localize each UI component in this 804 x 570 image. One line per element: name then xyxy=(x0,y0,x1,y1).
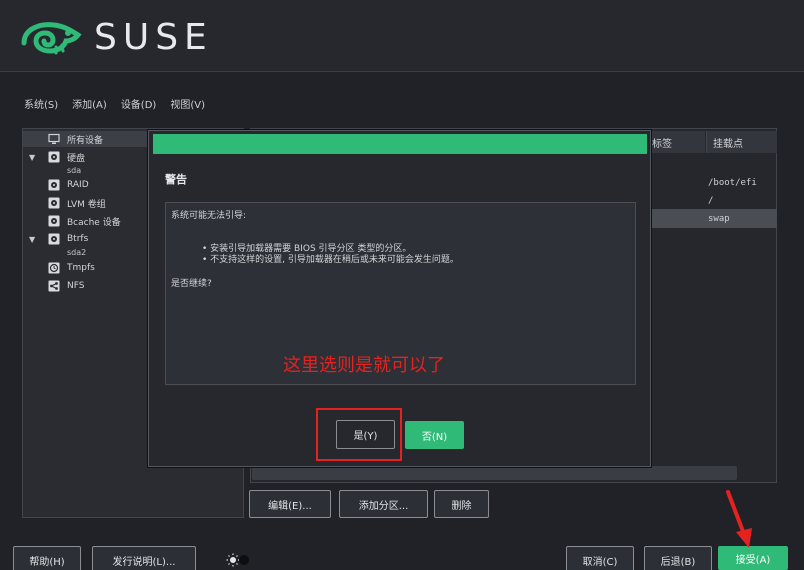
brand-name: SUSE xyxy=(94,17,213,58)
column-header-mount-point[interactable]: 挂载点 xyxy=(706,131,777,153)
menu-bar: 系统(S) 添加(A) 设备(D) 视图(V) xyxy=(24,96,205,111)
tree-item-label: RAID xyxy=(67,180,89,190)
suse-logo: SUSE xyxy=(20,20,213,56)
menu-view[interactable]: 视图(V) xyxy=(170,96,205,111)
tree-item-label: NFS xyxy=(67,281,85,291)
delete-button[interactable]: 删除 xyxy=(434,490,489,518)
no-button[interactable]: 否(N) xyxy=(405,421,464,449)
monitor-icon xyxy=(47,133,60,146)
disk-icon xyxy=(47,179,60,192)
dialog-title-bar xyxy=(153,134,647,154)
disk-icon xyxy=(47,151,60,164)
tree-item-label: 所有设备 xyxy=(67,135,104,146)
annotation-text: 这里选则是就可以了 xyxy=(283,355,445,376)
mount-point-cell: swap xyxy=(708,214,730,224)
tree-item-label: LVM 卷组 xyxy=(67,199,106,210)
annotation-arrow-icon xyxy=(726,490,752,548)
mount-point-cell: /boot/efi xyxy=(708,178,757,188)
disk-icon xyxy=(47,233,60,246)
cancel-button[interactable]: 取消(C) xyxy=(566,546,634,570)
tree-item-label: 硬盘 xyxy=(67,153,86,164)
clock-icon xyxy=(47,262,60,275)
dialog-title: 警告 xyxy=(165,173,187,186)
disk-icon xyxy=(47,197,60,210)
menu-device[interactable]: 设备(D) xyxy=(121,96,157,111)
release-notes-button[interactable]: 发行说明(L)... xyxy=(92,546,196,570)
edit-button[interactable]: 编辑(E)... xyxy=(249,490,331,518)
horizontal-scrollbar[interactable] xyxy=(252,466,737,480)
menu-add[interactable]: 添加(A) xyxy=(72,96,107,111)
tree-subitem-sda2[interactable]: sda2 xyxy=(67,248,86,257)
column-header-label[interactable]: 标签 xyxy=(645,131,705,153)
tree-item-label: Bcache 设备 xyxy=(67,217,121,228)
sun-icon xyxy=(226,553,249,567)
theme-toggle[interactable] xyxy=(226,553,250,567)
menu-system[interactable]: 系统(S) xyxy=(24,96,58,111)
expand-arrow-icon[interactable]: ▼ xyxy=(29,153,35,162)
expand-arrow-icon[interactable]: ▼ xyxy=(29,235,35,244)
mount-point-cell: / xyxy=(708,196,714,206)
tree-subitem-sda[interactable]: sda xyxy=(67,166,81,175)
disk-icon xyxy=(47,215,60,228)
tree-item-label: Btrfs xyxy=(67,234,89,244)
help-button[interactable]: 帮助(H) xyxy=(13,546,81,570)
back-button[interactable]: 后退(B) xyxy=(644,546,712,570)
annotation-highlight-box xyxy=(316,408,402,461)
add-partition-button[interactable]: 添加分区... xyxy=(339,490,428,518)
dialog-bullet: • 不支持这样的设置, 引导加载器在稍后或未来可能会发生问题。 xyxy=(202,255,459,265)
dialog-intro: 系统可能无法引导: xyxy=(171,211,247,221)
header: SUSE xyxy=(0,0,804,72)
tree-item-label: Tmpfs xyxy=(67,263,95,273)
share-icon xyxy=(47,280,60,293)
chameleon-icon xyxy=(21,22,82,55)
dialog-question: 是否继续? xyxy=(171,279,212,289)
